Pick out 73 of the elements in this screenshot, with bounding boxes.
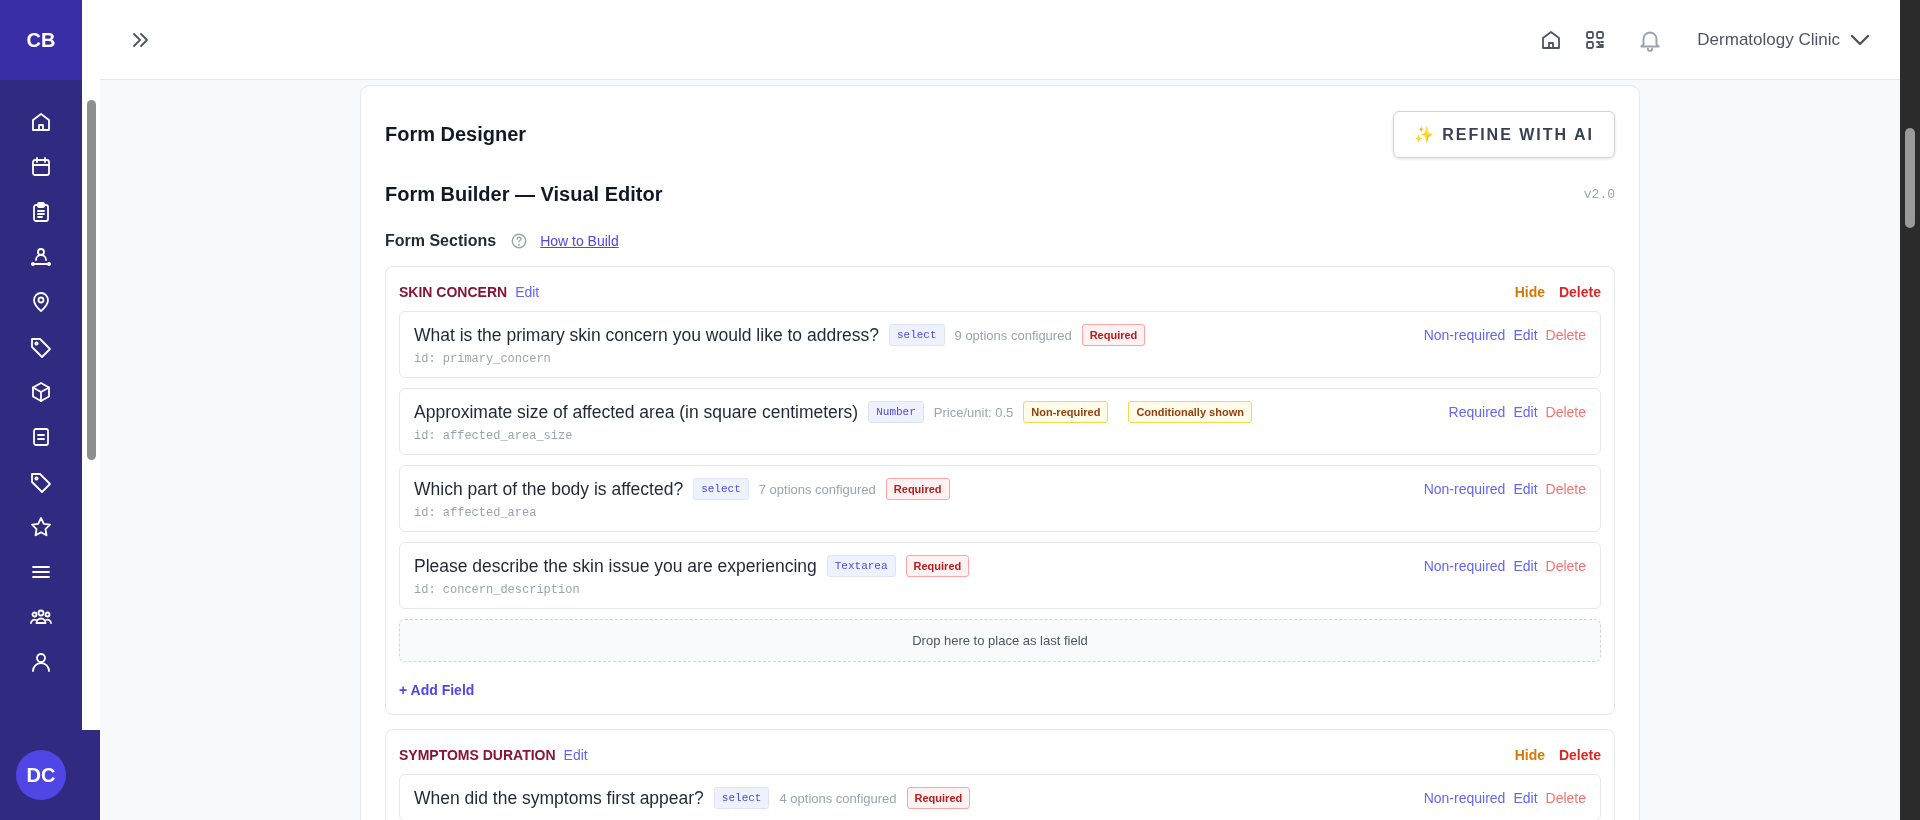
clinic-selector[interactable]: Dermatology Clinic xyxy=(1697,25,1868,54)
tag-icon[interactable] xyxy=(29,470,53,494)
edit-link[interactable]: Edit xyxy=(1513,790,1538,806)
form-field-row[interactable]: Which part of the body is affected? select 7 options configured Required id: affected_area Non-required Edit Delete xyxy=(399,465,1601,532)
form-field-row[interactable]: What is the primary skin concern you would like to address? select 9 options configured Required id: primary_concern Non-required Edit Delete xyxy=(399,311,1601,378)
delete-link[interactable]: Delete xyxy=(1545,481,1586,497)
edit-link[interactable]: Edit xyxy=(1513,558,1538,574)
section-title: SYMPTOMS DURATION xyxy=(399,747,556,763)
brand-logo[interactable]: CB xyxy=(0,0,82,80)
page-title: Form Designer xyxy=(385,123,527,146)
user-network-icon[interactable] xyxy=(29,245,53,269)
field-id: id: affected_area xyxy=(414,506,538,520)
field-info: 7 options configured xyxy=(758,481,876,497)
field-info: Price/unit: 0.5 xyxy=(933,404,1014,420)
delete-link[interactable]: Delete xyxy=(1545,558,1586,574)
make-optional-link[interactable]: Non-required xyxy=(1423,327,1506,343)
edit-link[interactable]: Edit xyxy=(1513,404,1538,420)
delete-link[interactable]: Delete xyxy=(1545,790,1586,806)
add-field-link[interactable]: + Add Field xyxy=(399,672,475,700)
field-id: id: concern_description xyxy=(414,583,581,597)
field-info: 4 options configured xyxy=(779,790,897,806)
required-badge: Required xyxy=(885,478,950,500)
sidebar-scrollbar[interactable] xyxy=(82,80,100,730)
cube-icon[interactable] xyxy=(29,380,53,404)
hide-link[interactable]: Hide xyxy=(1514,284,1545,300)
conditional-badge: Conditionally shown xyxy=(1128,401,1252,423)
field-label: What is the primary skin concern you would like to address? xyxy=(414,324,879,346)
delete-link[interactable]: Delete xyxy=(1545,404,1586,420)
form-field-row[interactable]: When did the symptoms first appear? select 4 options configured Required Non-required Edit Delete xyxy=(399,774,1601,820)
make-optional-link[interactable]: Non-required xyxy=(1423,481,1506,497)
tag-icon[interactable] xyxy=(29,335,53,359)
field-type-tag: select xyxy=(713,787,770,809)
field-type-tag: Textarea xyxy=(826,555,896,577)
user-icon[interactable] xyxy=(29,650,53,674)
make-optional-link[interactable]: Non-required xyxy=(1423,558,1506,574)
edit-link[interactable]: Edit xyxy=(1513,481,1538,497)
delete-link[interactable]: Delete xyxy=(1558,747,1601,763)
home-icon[interactable] xyxy=(29,110,53,134)
field-type-tag: select xyxy=(693,478,749,500)
calendar-icon[interactable] xyxy=(29,155,53,179)
required-badge: Required xyxy=(906,787,971,809)
star-icon[interactable] xyxy=(29,515,53,539)
edit-link[interactable]: Edit xyxy=(515,284,540,300)
field-type-tag: Number xyxy=(868,401,924,423)
user-avatar[interactable]: DC xyxy=(16,750,66,800)
non-required-badge: Non-required xyxy=(1023,401,1109,423)
refine-with-ai-button[interactable]: ✨ REFINE WITH AI xyxy=(1392,111,1615,158)
chevron-down-icon xyxy=(1852,35,1868,44)
make-required-link[interactable]: Required xyxy=(1448,404,1506,420)
required-badge: Required xyxy=(905,555,970,577)
how-to-build-link[interactable]: How to Build xyxy=(540,233,619,249)
edit-link[interactable]: Edit xyxy=(563,747,588,763)
sections-label: Form Sections xyxy=(385,232,497,250)
required-badge: Required xyxy=(1081,324,1146,346)
version-label: v2.0 xyxy=(1583,187,1615,202)
edit-link[interactable]: Edit xyxy=(1513,327,1538,343)
drop-zone[interactable]: Drop here to place as last field xyxy=(399,619,1601,662)
field-label: When did the symptoms first appear? xyxy=(414,787,704,809)
field-id: id: primary_concern xyxy=(414,352,552,366)
field-info: 9 options configured xyxy=(954,327,1072,343)
make-optional-link[interactable]: Non-required xyxy=(1423,790,1506,806)
field-id: id: affected_area_size xyxy=(414,429,574,443)
delete-link[interactable]: Delete xyxy=(1558,284,1601,300)
section-title: SKIN CONCERN xyxy=(399,284,508,300)
hide-link[interactable]: Hide xyxy=(1514,747,1545,763)
field-type-tag: select xyxy=(888,324,945,346)
form-field-row[interactable]: Approximate size of affected area (in square centimeters) Number Price/unit: 0.5 Non-required Conditionally shown id: affected_area_size Required Edit Delete xyxy=(399,388,1601,455)
field-label: Approximate size of affected area (in square centimeters) xyxy=(414,401,859,423)
form-field-row[interactable]: Please describe the skin issue you are experiencing Textarea Required id: concern_description Non-required Edit Delete xyxy=(399,542,1601,609)
field-label: Which part of the body is affected? xyxy=(414,478,684,500)
field-label: Please describe the skin issue you are experiencing xyxy=(414,555,817,577)
editor-title: Form Builder — Visual Editor xyxy=(385,183,663,206)
delete-link[interactable]: Delete xyxy=(1545,327,1586,343)
